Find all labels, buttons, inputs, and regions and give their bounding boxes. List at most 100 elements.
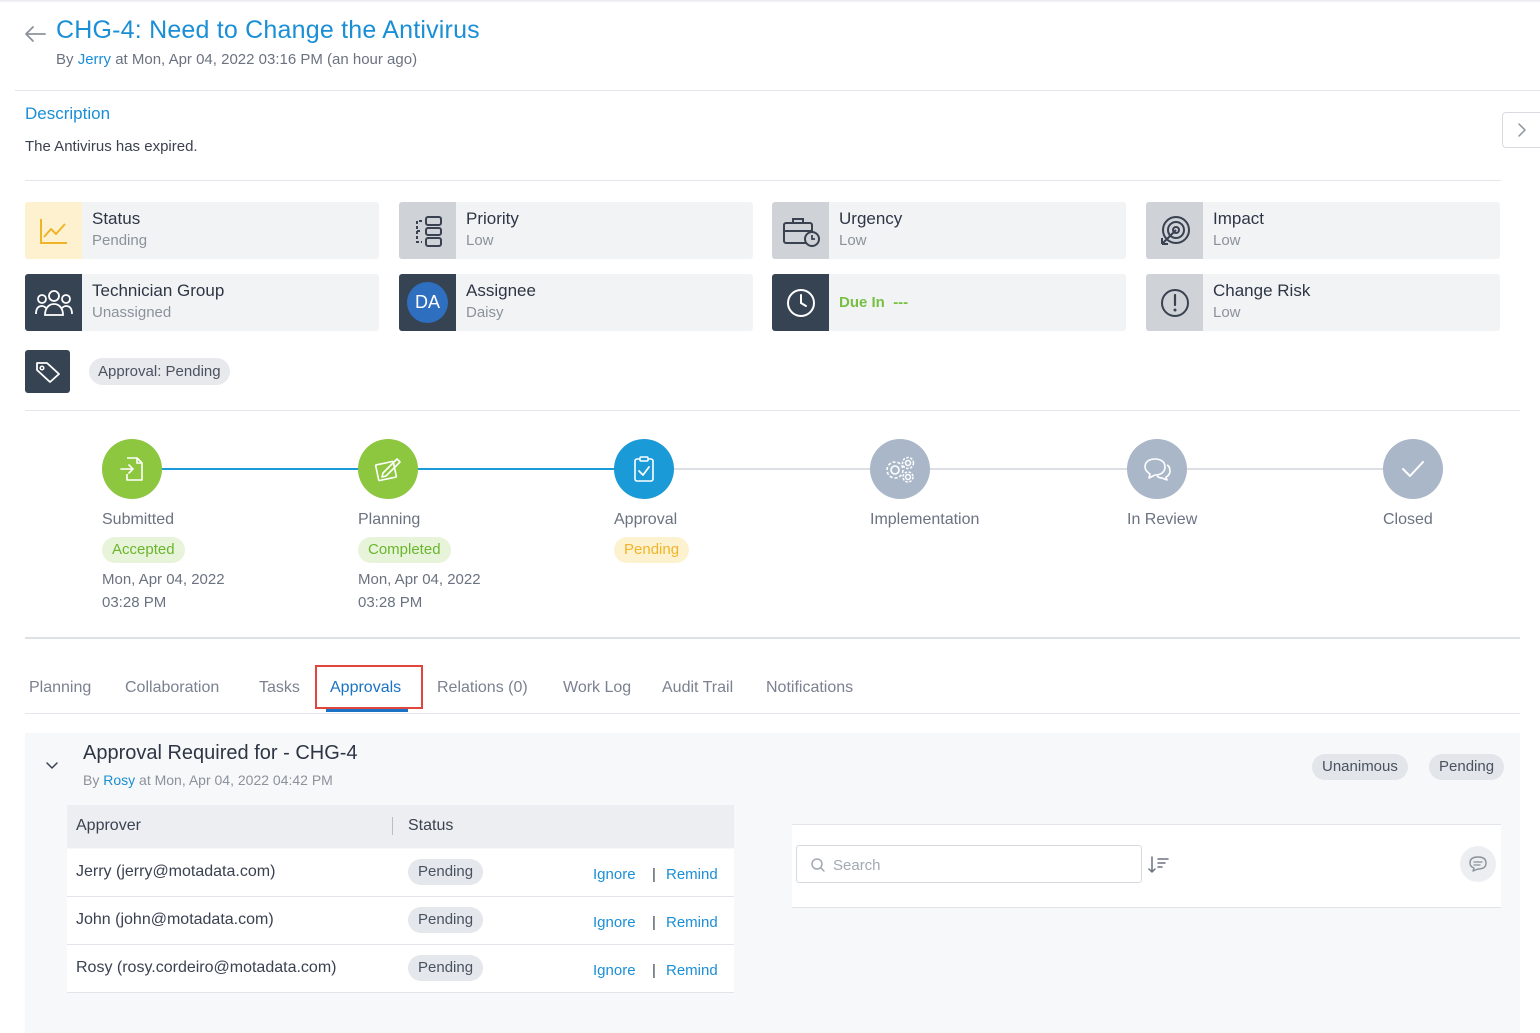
sidebar-toggle-button[interactable] [1502, 112, 1540, 148]
document-enter-icon [120, 457, 143, 481]
top-shadow [0, 0, 1540, 3]
remind-link[interactable]: Remind [666, 866, 718, 883]
assignee-card[interactable]: DA Assignee Daisy [399, 274, 753, 331]
remind-link[interactable]: Remind [666, 962, 718, 979]
step-submitted-date-line: Mon, Apr 04, 2022 [102, 571, 225, 588]
change-risk-card[interactable]: Change Risk Low [1146, 274, 1500, 331]
status-value: Pending [92, 232, 148, 249]
step-submitted-name: Submitted [102, 511, 175, 528]
tag-icon[interactable] [25, 350, 70, 393]
approval-timestamp: at Mon, Apr 04, 2022 04:42 PM [139, 772, 333, 788]
step-submitted-circle [102, 439, 162, 499]
comment-button[interactable] [1460, 846, 1496, 882]
approver-name: Rosy (rosy.cordeiro@motadata.com) [76, 959, 337, 976]
assignee-value: Daisy [466, 304, 504, 321]
step-in-review-circle [1127, 439, 1187, 499]
step-planning-date: Mon, Apr 04, 2022 03:28 PM [358, 568, 481, 614]
technician-group-card[interactable]: Technician Group Unassigned [25, 274, 379, 331]
urgency-label: Urgency [839, 209, 903, 228]
approver-status-badge: Pending [408, 907, 484, 933]
urgency-value: Low [839, 232, 867, 249]
page-title: CHG-4: Need to Change the Antivirus [56, 16, 480, 44]
tab-audit-trail[interactable]: Audit Trail [662, 679, 733, 697]
approver-table-header: Approver Status [67, 805, 734, 848]
gears-icon [886, 456, 915, 483]
tab-work-log[interactable]: Work Log [563, 679, 631, 697]
step-planning-date-line: Mon, Apr 04, 2022 [358, 571, 481, 588]
back-arrow-icon[interactable] [24, 24, 46, 44]
sort-icon[interactable] [1148, 855, 1170, 875]
table-row: Jerry (jerry@motadata.com) Pending Ignor… [67, 849, 734, 897]
target-icon [1146, 202, 1203, 259]
assignee-label: Assignee [466, 281, 536, 300]
action-separator: | [652, 866, 656, 883]
trend-chart-icon [25, 202, 82, 259]
chevron-down-icon[interactable] [45, 759, 59, 773]
tab-tasks[interactable]: Tasks [259, 679, 300, 697]
change-risk-label: Change Risk [1213, 281, 1311, 300]
tab-planning[interactable]: Planning [29, 679, 91, 697]
urgency-card[interactable]: Urgency Low [772, 202, 1126, 259]
technician-group-label: Technician Group [92, 281, 225, 300]
ignore-link[interactable]: Ignore [593, 866, 636, 883]
users-icon [25, 274, 82, 331]
tab-notifications[interactable]: Notifications [766, 679, 853, 697]
tab-collaboration[interactable]: Collaboration [125, 679, 219, 697]
ignore-link[interactable]: Ignore [593, 914, 636, 931]
author-link[interactable]: Jerry [78, 51, 111, 68]
search-input[interactable] [833, 854, 1123, 876]
step-planning-name: Planning [358, 511, 421, 528]
tags-divider [25, 410, 1520, 411]
step-implementation-name: Implementation [870, 511, 980, 528]
impact-label: Impact [1213, 209, 1265, 228]
approval-by-prefix: By [83, 772, 100, 788]
step-connector-1 [132, 468, 388, 470]
column-header-approver: Approver [76, 817, 141, 834]
remind-link[interactable]: Remind [666, 914, 718, 931]
description-text: The Antivirus has expired. [25, 138, 198, 155]
due-card[interactable]: Due In --- [772, 274, 1126, 331]
status-card[interactable]: Status Pending [25, 202, 379, 259]
search-icon [811, 858, 825, 872]
search-field[interactable] [796, 845, 1142, 883]
checkmark-icon [1402, 461, 1424, 477]
step-planning-badge: Completed [358, 537, 451, 563]
due-in-label: Due In [839, 294, 885, 311]
step-implementation-circle [870, 439, 930, 499]
step-closed-name: Closed [1383, 511, 1433, 528]
step-planning-time-line: 03:28 PM [358, 594, 423, 611]
assignee-avatar-box: DA [399, 274, 456, 331]
approver-name: John (john@motadata.com) [76, 911, 274, 928]
tab-highlight-box [315, 665, 423, 709]
approver-status-badge: Pending [408, 859, 484, 885]
step-closed-circle [1383, 439, 1443, 499]
ignore-link[interactable]: Ignore [593, 962, 636, 979]
step-submitted-badge: Accepted [102, 537, 185, 563]
step-submitted-date: Mon, Apr 04, 2022 03:28 PM [102, 568, 225, 614]
approval-byline: By Rosy at Mon, Apr 04, 2022 04:42 PM [83, 772, 333, 788]
briefcase-clock-icon [772, 202, 829, 259]
tag-approval-pending[interactable]: Approval: Pending [89, 358, 230, 385]
clock-icon [772, 274, 829, 331]
step-approval-name: Approval [614, 511, 678, 528]
action-separator: | [652, 962, 656, 979]
approval-author-link[interactable]: Rosy [103, 772, 135, 788]
tab-relations[interactable]: Relations (0) [437, 679, 528, 697]
step-approval-badge: Pending [614, 537, 690, 563]
impact-card[interactable]: Impact Low [1146, 202, 1500, 259]
approval-status-badge: Pending [1429, 754, 1505, 780]
created-timestamp: at Mon, Apr 04, 2022 03:16 PM (an hour a… [115, 51, 418, 68]
clipboard-check-icon [634, 456, 654, 482]
action-separator: | [652, 914, 656, 931]
step-submitted-time-line: 03:28 PM [102, 594, 167, 611]
step-connector-rest [644, 468, 1412, 470]
avatar: DA [407, 282, 448, 323]
approver-status-badge: Pending [408, 955, 484, 981]
description-heading: Description [25, 104, 111, 123]
approval-title: Approval Required for - CHG-4 [83, 742, 358, 764]
priority-card[interactable]: Priority Low [399, 202, 753, 259]
status-label: Status [92, 209, 141, 228]
priority-flow-icon [399, 202, 456, 259]
header-divider [15, 90, 1540, 91]
change-risk-value: Low [1213, 304, 1241, 321]
